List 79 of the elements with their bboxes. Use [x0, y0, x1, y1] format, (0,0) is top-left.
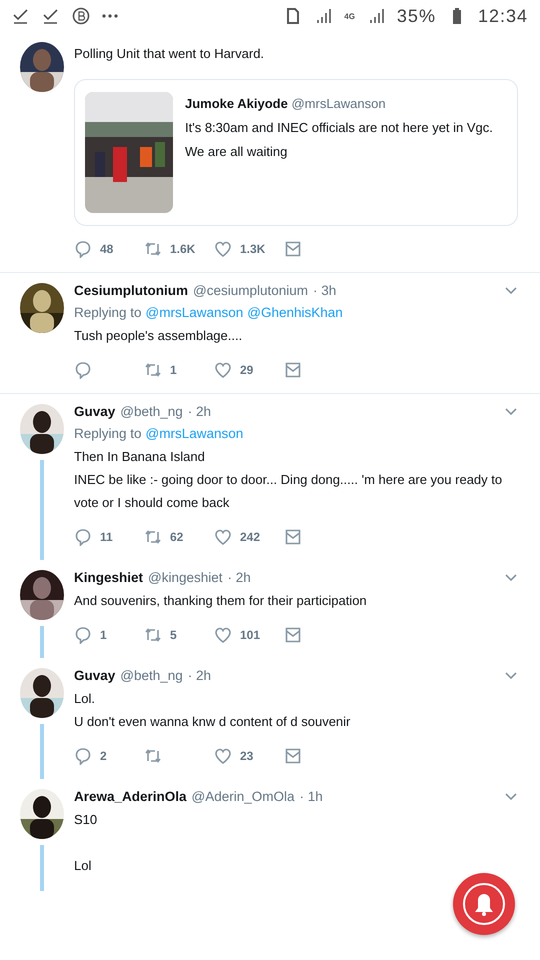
tweet-time: · 2h: [228, 570, 251, 585]
b-circle-icon: [72, 7, 90, 25]
tweet-time: · 2h: [188, 404, 212, 419]
caret-icon[interactable]: [504, 572, 518, 582]
mention-link[interactable]: @GhenhisKhan: [247, 305, 343, 320]
quote-text: Jumoke Akiyode @mrsLawanson It's 8:30am and INEC officials are not here yet in Vgc. We are all waiting: [185, 95, 494, 161]
replying-label: Replying to: [74, 426, 142, 441]
notification-button[interactable]: [453, 873, 515, 935]
caret-icon[interactable]: [504, 286, 518, 296]
tweet-text: INEC be like :- going door to door... Ding dong..... 'm here are you ready to vote or I should come back: [74, 471, 504, 512]
quoted-tweet[interactable]: Jumoke Akiyode @mrsLawanson It's 8:30am and INEC officials are not here yet in Vgc. We are all waiting: [74, 79, 518, 226]
retweet-icon[interactable]: [144, 626, 162, 644]
like-count: 1.3K: [240, 242, 266, 256]
tweet-time: · 1h: [300, 789, 323, 804]
network-label: 4G: [344, 12, 355, 20]
author-handle: @Aderin_OmOla: [192, 789, 295, 804]
retweet-count: 5: [170, 628, 177, 642]
reply-count: 2: [100, 749, 107, 763]
message-icon[interactable]: [284, 528, 302, 546]
tweet-text: Tush people's assemblage....: [74, 327, 244, 345]
mention-link[interactable]: @mrsLawanson: [146, 426, 244, 441]
heart-icon[interactable]: [214, 361, 232, 379]
message-icon[interactable]: [284, 747, 302, 765]
battery-percent: 35%: [396, 6, 436, 26]
caret-icon[interactable]: [504, 670, 518, 680]
retweet-icon[interactable]: [144, 240, 162, 258]
retweet-count: 1: [170, 363, 177, 377]
message-icon[interactable]: [284, 240, 302, 258]
clock: 12:34: [478, 6, 528, 26]
check-icon: [42, 7, 60, 25]
message-icon[interactable]: [284, 626, 302, 644]
like-count: 23: [240, 749, 254, 763]
tweet-time: · 3h: [313, 283, 336, 298]
tweet-text: Lol: [74, 857, 92, 875]
tweet-text: Then In Banana Island: [74, 448, 206, 466]
tweet-text: And souvenirs, thanking them for their participation: [74, 592, 368, 610]
tweet-text: S10: [74, 811, 98, 829]
signal-icon: [314, 7, 332, 25]
like-count: 101: [240, 628, 260, 642]
check-icon: [12, 7, 30, 25]
retweet-icon[interactable]: [144, 528, 162, 546]
author-handle: @kingeshiet: [148, 570, 223, 585]
reply-icon[interactable]: [74, 528, 92, 546]
reply-count: 1: [100, 628, 107, 642]
caret-icon[interactable]: [504, 792, 518, 802]
reply-count: 11: [100, 530, 113, 544]
bell-icon: [462, 882, 506, 926]
heart-icon[interactable]: [214, 528, 232, 546]
reply-icon[interactable]: [74, 240, 92, 258]
author-name: Arewa_AderinOla: [74, 789, 187, 804]
author-name: Guvay: [74, 668, 116, 683]
replying-label: Replying to: [74, 305, 142, 320]
author-name: Cesiumplutonium: [74, 283, 188, 298]
caret-icon[interactable]: [504, 406, 518, 416]
reply-icon[interactable]: [74, 361, 92, 379]
heart-icon[interactable]: [214, 240, 232, 258]
tweet-text: Polling Unit that went to Harvard.: [74, 45, 266, 63]
retweet-icon[interactable]: [144, 361, 162, 379]
reply-icon[interactable]: [74, 747, 92, 765]
tweet-time: · 2h: [188, 668, 212, 683]
author-handle: @beth_ng: [120, 668, 183, 683]
author-name: Kingeshiet: [74, 570, 144, 585]
mention-link[interactable]: @mrsLawanson: [146, 305, 244, 320]
like-count: 29: [240, 363, 254, 377]
author-name: Guvay: [74, 404, 116, 419]
retweet-icon[interactable]: [144, 747, 162, 765]
author-handle: @beth_ng: [120, 404, 183, 419]
retweet-count: 1.6K: [170, 242, 196, 256]
retweet-count: 62: [170, 530, 184, 544]
tweet-text: U don't even wanna knw d content of d souvenir: [74, 713, 352, 731]
heart-icon[interactable]: [214, 747, 232, 765]
tweet-text: Lol.: [74, 690, 96, 708]
reply-icon[interactable]: [74, 626, 92, 644]
author-handle: @cesiumplutonium: [193, 283, 308, 298]
more-icon: [102, 14, 118, 18]
like-count: 242: [240, 530, 260, 544]
message-icon[interactable]: [284, 361, 302, 379]
heart-icon[interactable]: [214, 626, 232, 644]
reply-count: 48: [100, 242, 114, 256]
